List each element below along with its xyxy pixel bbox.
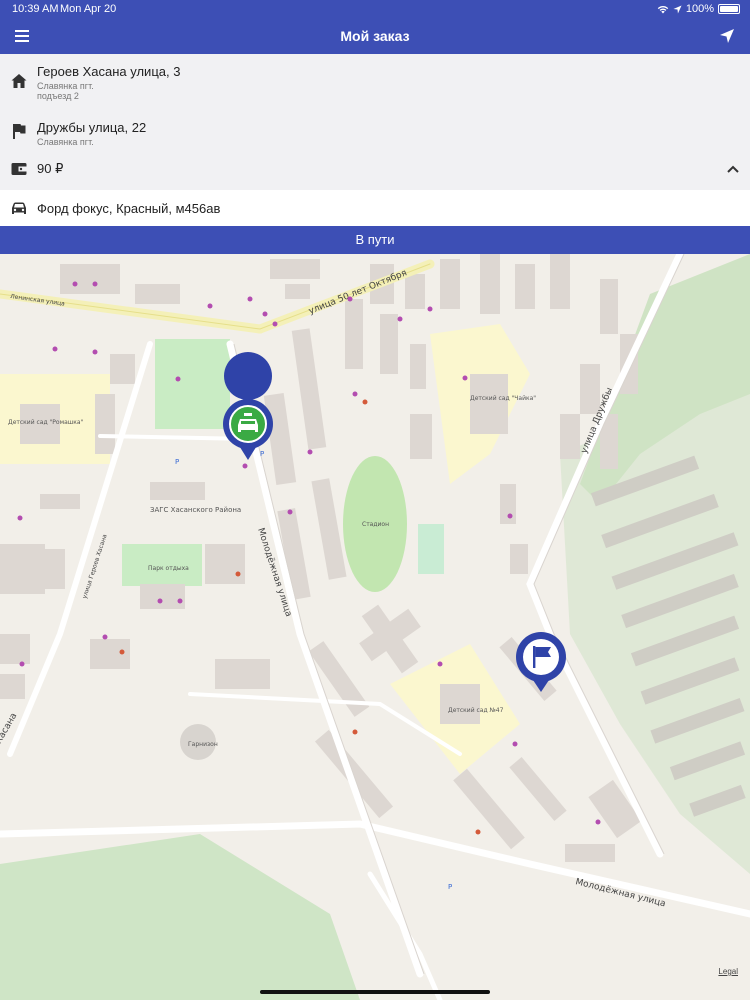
- svg-text:P: P: [175, 458, 179, 466]
- destination-street: Дружбы улица, 22: [37, 120, 147, 135]
- app-bar: Мой заказ: [0, 18, 750, 54]
- pickup-address-row[interactable]: Героев Хасана улица, 3 Славянка пгт. под…: [0, 54, 750, 110]
- place-label-zags: ЗАГС Хасанского Района: [150, 506, 241, 514]
- battery-percent: 100%: [685, 3, 714, 15]
- place-label-garrison: Гарнизон: [188, 741, 218, 748]
- page-title: Мой заказ: [340, 28, 410, 44]
- car-description: Форд фокус, Красный, м456ав: [37, 201, 221, 216]
- home-indicator[interactable]: [260, 990, 490, 994]
- place-label-kindergarten-1: Детский сад "Ромашка": [8, 419, 84, 426]
- status-time: 10:39 AM: [12, 3, 59, 15]
- park-square: [155, 339, 230, 429]
- navigation-icon[interactable]: [718, 27, 736, 45]
- legal-link[interactable]: Legal: [718, 967, 738, 976]
- status-date: Mon Apr 20: [60, 3, 117, 15]
- small-pitch: [418, 524, 444, 574]
- ride-status-button[interactable]: В пути: [0, 226, 750, 254]
- pickup-city: Славянка пгт.: [37, 81, 94, 91]
- pickup-entrance: подъезд 2: [37, 91, 79, 101]
- order-panel: Героев Хасана улица, 3 Славянка пгт. под…: [0, 54, 750, 226]
- status-bar: 10:39 AM Mon Apr 20 100%: [0, 0, 750, 18]
- home-icon: [11, 74, 27, 88]
- pickup-street: Героев Хасана улица, 3: [37, 64, 181, 79]
- price-row[interactable]: 90 ₽: [0, 150, 750, 190]
- svg-text:P: P: [260, 450, 264, 458]
- car-row: Форд фокус, Красный, м456ав: [0, 190, 750, 226]
- flag-icon: [13, 124, 26, 139]
- place-label-park: Парк отдыха: [148, 565, 189, 572]
- location-arrow-icon: [673, 4, 682, 14]
- place-label-kindergarten-3: Детский сад "Чайка": [470, 395, 536, 402]
- status-right: 100%: [657, 3, 740, 15]
- chevron-up-icon[interactable]: [726, 164, 740, 174]
- battery-icon: [718, 4, 740, 14]
- car-icon: [12, 202, 26, 214]
- price-value: 90 ₽: [37, 161, 64, 176]
- map-canvas[interactable]: улица 50 лет Октября Ленинская улица Мол…: [0, 254, 750, 1000]
- svg-text:P: P: [448, 883, 452, 891]
- place-label-kindergarten-2: Детский сад №47: [448, 707, 504, 714]
- wallet-icon: [11, 163, 27, 175]
- place-label-stadium: Стадион: [362, 521, 389, 528]
- destination-city: Славянка пгт.: [37, 137, 94, 147]
- destination-address-row[interactable]: Дружбы улица, 22 Славянка пгт.: [0, 110, 750, 150]
- wifi-icon: [657, 5, 669, 14]
- map-view[interactable]: улица 50 лет Октября Ленинская улица Мол…: [0, 254, 750, 1000]
